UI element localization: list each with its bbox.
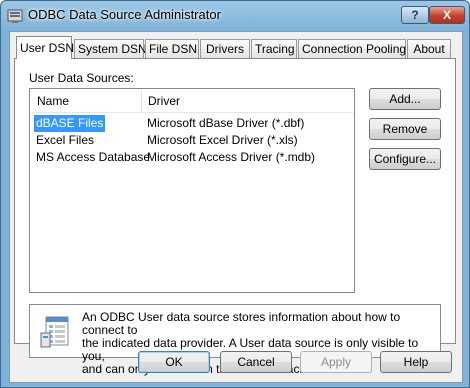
- user-data-sources-label: User Data Sources:: [29, 71, 134, 85]
- dialog-footer: OK Cancel Apply Help: [10, 344, 462, 382]
- title-bar[interactable]: ODBC Data Source Administrator ? X: [1, 1, 469, 31]
- list-item-name: MS Access Database: [36, 150, 151, 164]
- tab-user-dsn[interactable]: User DSN: [16, 36, 74, 59]
- tab-drivers[interactable]: Drivers: [200, 39, 250, 58]
- ok-button[interactable]: OK: [138, 351, 210, 373]
- tab-about[interactable]: About: [407, 39, 451, 58]
- list-item[interactable]: dBASE Files Microsoft dBase Driver (*.db…: [30, 115, 354, 132]
- data-sources-list[interactable]: Name Driver dBASE Files Microsoft dBase …: [29, 88, 355, 293]
- remove-button[interactable]: Remove: [369, 118, 441, 140]
- list-item-name: dBASE Files: [34, 115, 106, 132]
- dialog-window: ODBC Data Source Administrator ? X User …: [0, 0, 470, 388]
- list-item[interactable]: MS Access Database Microsoft Access Driv…: [30, 149, 354, 166]
- tab-system-dsn[interactable]: System DSN: [74, 39, 147, 58]
- apply-button[interactable]: Apply: [300, 351, 372, 373]
- window-title: ODBC Data Source Administrator: [28, 7, 221, 22]
- tab-panel-user-dsn: User Data Sources: Name Driver dBASE Fil…: [14, 58, 456, 376]
- list-item-name: Excel Files: [36, 133, 95, 147]
- header-divider: [31, 112, 353, 113]
- column-header-name[interactable]: Name: [31, 90, 142, 112]
- odbc-app-icon: [7, 9, 23, 23]
- tab-file-dsn[interactable]: File DSN: [145, 39, 199, 58]
- tab-connection-pooling[interactable]: Connection Pooling: [298, 39, 406, 58]
- list-item-driver: Microsoft Access Driver (*.mdb): [147, 150, 316, 164]
- help-button[interactable]: Help: [380, 351, 452, 373]
- info-line: An ODBC User data source stores informat…: [82, 310, 401, 337]
- dialog-client: User DSN System DSN File DSN Drivers Tra…: [9, 31, 463, 383]
- column-header-driver[interactable]: Driver: [142, 90, 354, 112]
- title-close-button[interactable]: X: [429, 6, 465, 24]
- list-item-driver: Microsoft dBase Driver (*.dbf): [147, 116, 305, 130]
- list-item[interactable]: Excel Files Microsoft Excel Driver (*.xl…: [30, 132, 354, 149]
- cancel-button[interactable]: Cancel: [220, 351, 292, 373]
- add-button[interactable]: Add...: [369, 88, 441, 110]
- tab-tracing[interactable]: Tracing: [251, 39, 297, 58]
- list-item-driver: Microsoft Excel Driver (*.xls): [147, 133, 298, 147]
- configure-button[interactable]: Configure...: [369, 148, 441, 170]
- title-help-button[interactable]: ?: [401, 6, 429, 24]
